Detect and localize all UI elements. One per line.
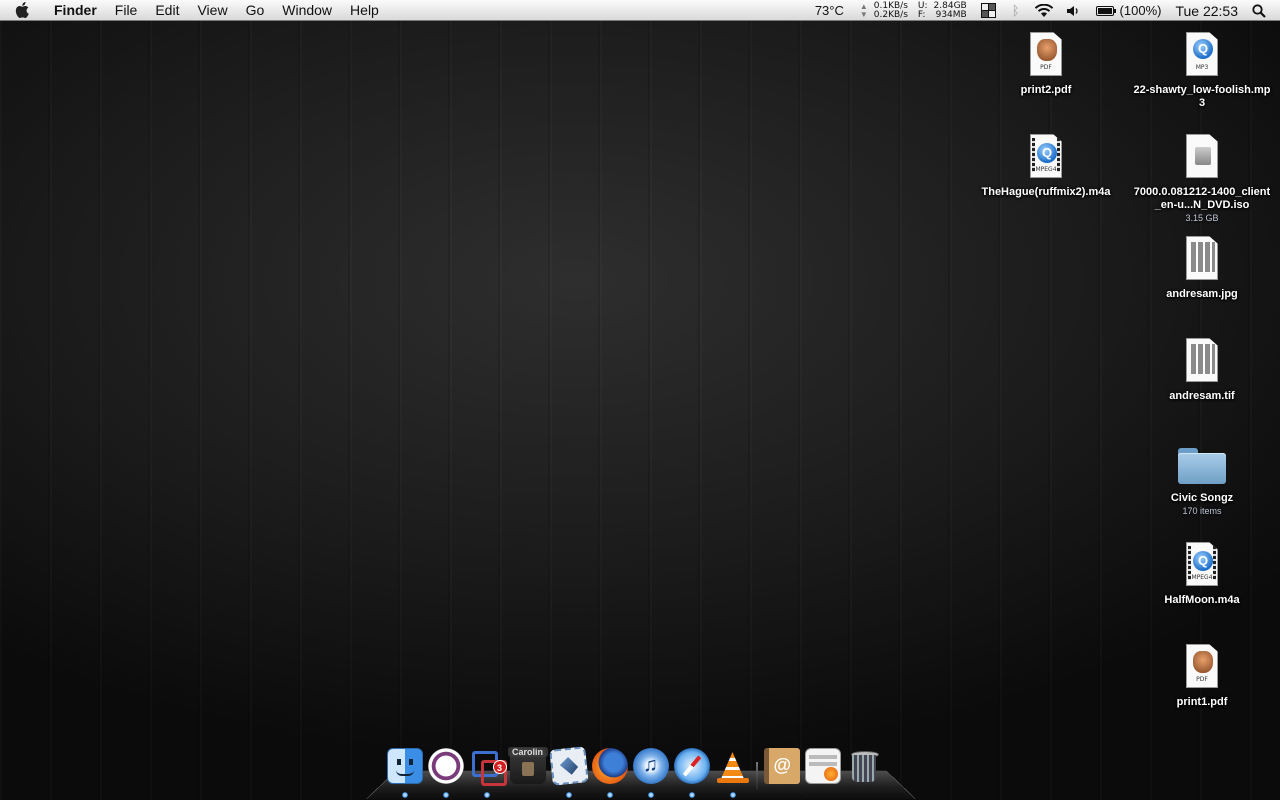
dock-mail[interactable] bbox=[548, 744, 589, 800]
disk-meter[interactable]: U: F: 2.84GB 934MB bbox=[918, 0, 967, 21]
pdf-file-icon: PDF bbox=[1026, 32, 1066, 78]
network-arrows-icon: ▲ ▼ bbox=[859, 1, 868, 19]
menu-go[interactable]: Go bbox=[237, 0, 274, 21]
file-label: print1.pdf bbox=[1176, 696, 1228, 708]
spotlight-search-icon[interactable] bbox=[1252, 0, 1266, 21]
net-up-rate: 0.2KB/s bbox=[873, 9, 908, 20]
running-indicator bbox=[729, 792, 736, 798]
tiff-image-icon bbox=[1182, 338, 1222, 384]
dock-safari[interactable] bbox=[671, 744, 712, 800]
dock-trash[interactable] bbox=[843, 744, 884, 800]
folder-label: Civic Songz bbox=[1170, 492, 1234, 504]
running-indicator bbox=[647, 792, 654, 798]
dock-adium[interactable] bbox=[425, 744, 466, 800]
jpeg-image-icon bbox=[1182, 236, 1222, 282]
network-meter[interactable]: 0.1KB/s 0.2KB/s bbox=[874, 0, 908, 21]
file-size: 3.15 GB bbox=[1185, 213, 1219, 223]
menu-app-finder[interactable]: Finder bbox=[46, 0, 106, 21]
bluetooth-icon[interactable]: ᛒ bbox=[1012, 0, 1020, 21]
dock-vlc[interactable] bbox=[712, 744, 753, 800]
file-label: HalfMoon.m4a bbox=[1164, 594, 1240, 606]
menu-window[interactable]: Window bbox=[273, 0, 341, 21]
menu-bar: Finder File Edit View Go Window Help 73°… bbox=[0, 0, 1280, 21]
safari-icon bbox=[673, 748, 710, 784]
disk-free-label: F: bbox=[917, 9, 926, 20]
dock-firefox[interactable] bbox=[589, 744, 630, 800]
menu-help[interactable]: Help bbox=[341, 0, 388, 21]
running-indicator bbox=[565, 792, 572, 798]
disk-free-value: 934MB bbox=[935, 9, 967, 20]
address-book-icon: @ bbox=[763, 748, 800, 784]
vlc-icon bbox=[715, 748, 751, 784]
caroline-widget-icon: Carolin bbox=[507, 747, 548, 784]
running-indicator bbox=[688, 792, 695, 798]
wifi-icon[interactable] bbox=[1034, 0, 1054, 21]
desktop-file-windows-iso[interactable]: 7000.0.081212-1400_client_en-u...N_DVD.i… bbox=[1127, 134, 1277, 223]
volume-icon[interactable] bbox=[1066, 0, 1080, 21]
mp3-file-icon: Q MP3 bbox=[1182, 32, 1222, 78]
menu-file[interactable]: File bbox=[106, 0, 147, 21]
apple-menu-icon[interactable] bbox=[0, 0, 46, 21]
virtual-machine-icon: 3 bbox=[469, 748, 507, 786]
desktop-file-print1-pdf[interactable]: PDF print1.pdf bbox=[1127, 644, 1277, 709]
battery-percent[interactable]: (100%) bbox=[1120, 0, 1162, 21]
file-label: 7000.0.081212-1400_client_en-u...N_DVD.i… bbox=[1133, 186, 1271, 211]
mail-icon bbox=[548, 746, 589, 786]
documents-stack-icon bbox=[804, 748, 841, 784]
dock-separator bbox=[753, 744, 761, 800]
adium-icon bbox=[427, 748, 464, 784]
file-label: print2.pdf bbox=[1020, 84, 1072, 96]
file-label: TheHague(ruffmix2).m4a bbox=[981, 186, 1111, 198]
folder-item-count: 170 items bbox=[1182, 506, 1222, 516]
dock-itunes[interactable]: ♫ bbox=[630, 744, 671, 800]
dock-documents-stack[interactable] bbox=[802, 744, 843, 800]
dock-finder[interactable] bbox=[384, 744, 425, 800]
menu-edit[interactable]: Edit bbox=[146, 0, 188, 21]
dock-address-book[interactable]: @ bbox=[761, 744, 802, 800]
running-indicator bbox=[401, 792, 408, 798]
itunes-icon: ♫ bbox=[632, 748, 669, 784]
mpeg4-audio-icon: Q MPEG4 bbox=[1182, 542, 1222, 588]
desktop-file-halfmoon-m4a[interactable]: Q MPEG4 HalfMoon.m4a bbox=[1127, 542, 1277, 607]
dock-virtual-machine[interactable]: 3 bbox=[466, 744, 507, 800]
status-area: 73°C ▲ ▼ 0.1KB/s 0.2KB/s U: F: 2.84GB 934… bbox=[803, 0, 1280, 21]
cpu-monitor-icon[interactable] bbox=[980, 0, 996, 21]
widget-label: Carolin bbox=[507, 747, 548, 757]
desktop-file-andresam-tif[interactable]: andresam.tif bbox=[1127, 338, 1277, 403]
dock: 3 Carolin ♫ @ bbox=[384, 744, 884, 800]
running-indicator bbox=[483, 792, 490, 798]
folder-icon bbox=[1178, 440, 1226, 486]
dock-caroline-widget[interactable]: Carolin bbox=[507, 744, 548, 800]
notification-badge: 3 bbox=[492, 760, 507, 774]
desktop-file-shawty-mp3[interactable]: Q MP3 22-shawty_low-foolish.mp3 bbox=[1127, 32, 1277, 110]
menu-view[interactable]: View bbox=[188, 0, 236, 21]
pdf-file-icon: PDF bbox=[1182, 644, 1222, 690]
file-label: andresam.jpg bbox=[1166, 288, 1238, 300]
firefox-icon bbox=[591, 748, 628, 784]
disk-image-icon bbox=[1182, 134, 1222, 180]
temperature-reading[interactable]: 73°C bbox=[815, 0, 844, 21]
desktop-file-print2-pdf[interactable]: PDF print2.pdf bbox=[971, 32, 1121, 97]
file-label: andresam.tif bbox=[1169, 390, 1235, 402]
file-label: 22-shawty_low-foolish.mp3 bbox=[1133, 84, 1271, 109]
finder-icon bbox=[386, 748, 423, 784]
desktop-folder-civic-songz[interactable]: Civic Songz 170 items bbox=[1127, 440, 1277, 516]
desktop-file-thehague-m4a[interactable]: Q MPEG4 TheHague(ruffmix2).m4a bbox=[971, 134, 1121, 199]
trash-icon bbox=[846, 748, 882, 784]
desktop-file-andresam-jpg[interactable]: andresam.jpg bbox=[1127, 236, 1277, 301]
running-indicator bbox=[442, 792, 449, 798]
running-indicator bbox=[606, 792, 613, 798]
menu-clock[interactable]: Tue 22:53 bbox=[1175, 0, 1238, 21]
battery-icon[interactable] bbox=[1095, 0, 1116, 21]
mpeg4-audio-icon: Q MPEG4 bbox=[1026, 134, 1066, 180]
